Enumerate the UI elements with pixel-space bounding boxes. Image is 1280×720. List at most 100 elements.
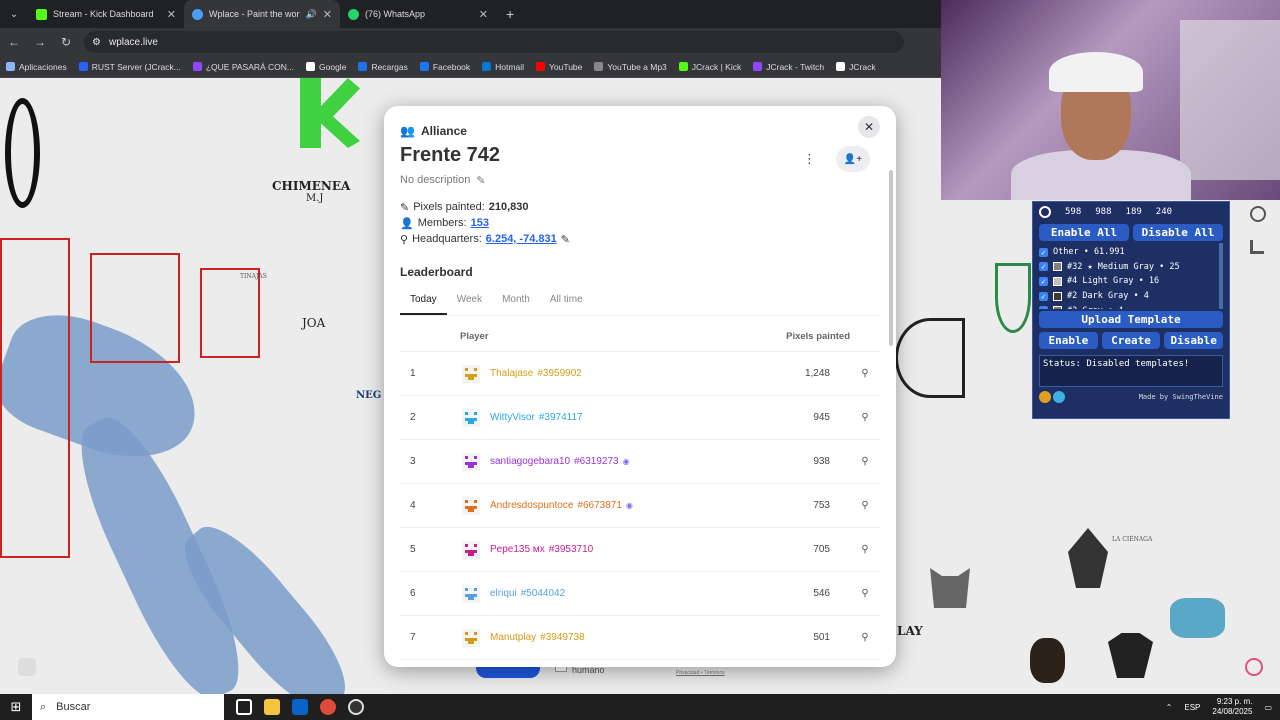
location-pin-icon[interactable]: ⚲ [850, 368, 880, 379]
hq-label: Headquarters: [412, 233, 482, 245]
more-options-icon[interactable]: ⋮ [803, 151, 816, 167]
tab-kick-dashboard[interactable]: Stream - Kick Dashboard ✕ [28, 0, 184, 28]
map-label: CHIMENEA [272, 179, 351, 193]
privacy-links[interactable]: Privacidad • Términos [676, 670, 725, 676]
template-avatar-icon[interactable] [1039, 206, 1051, 218]
leaderboard-row[interactable]: 7 Manutplay #3949738 501 ⚲ [400, 616, 880, 660]
close-icon[interactable]: ✕ [479, 8, 488, 21]
color-checkbox[interactable]: ✓ [1039, 306, 1048, 309]
map-search-icon[interactable] [1250, 206, 1266, 222]
kick-icon [36, 8, 47, 20]
color-checkbox[interactable]: ✓ [1039, 247, 1048, 257]
bookmark-item[interactable]: JCrack | Kick [678, 62, 741, 72]
leaderboard-row[interactable]: 3 santiagogebara10 #6319273 ◉ 938 ⚲ [400, 440, 880, 484]
forward-icon[interactable]: → [32, 35, 48, 49]
reload-icon[interactable]: ↻ [58, 35, 74, 49]
tab-wplace[interactable]: Wplace - Paint the world 🔊 ✕ [184, 0, 340, 28]
chrome-icon[interactable] [320, 699, 336, 715]
taskbar-clock[interactable]: 9:23 p. m. 24/08/2025 [1212, 697, 1252, 717]
hq-link[interactable]: 6.254, -74.831 [486, 233, 557, 245]
bookmark-item[interactable]: YouTube [535, 62, 582, 72]
player-name[interactable]: Pepe135 мх #3953710 [490, 544, 790, 555]
template-color-list[interactable]: ✓ Other • 61.991 ✓ #32 ★ Medium Gray • 25 ✓ #… [1033, 243, 1223, 309]
leaderboard-row[interactable]: 4 Andresdospuntoce #6673871 ◉ 753 ⚲ [400, 484, 880, 528]
tray-expand-icon[interactable]: ⌃ [1166, 703, 1173, 712]
tab-search-chevron-icon[interactable]: ⌄ [0, 0, 28, 28]
modal-scrollbar[interactable] [889, 170, 893, 346]
close-icon[interactable]: ✕ [323, 8, 332, 21]
taskbar-search-input[interactable]: ⌕ Buscar [32, 694, 224, 720]
player-name[interactable]: WittyVisor #3974117 [490, 412, 790, 423]
bookmark-item[interactable]: ¿QUE PASARÁ CON... [192, 62, 294, 72]
outlook-icon[interactable] [292, 699, 308, 715]
template-color-row[interactable]: ✓ Other • 61.991 [1039, 245, 1213, 260]
bookmark-item[interactable]: Hotmail [482, 62, 524, 72]
pixel-avatar-icon [462, 496, 480, 515]
location-pin-icon[interactable]: ⚲ [850, 456, 880, 467]
color-checkbox[interactable]: ✓ [1039, 291, 1048, 301]
disable-all-button[interactable]: Disable All [1133, 224, 1223, 241]
bookmark-item[interactable]: RUST Server (JCrack... [78, 62, 181, 72]
color-checkbox[interactable]: ✓ [1039, 276, 1048, 286]
stat-value: 240 [1155, 207, 1173, 217]
template-settings-icon[interactable] [1039, 391, 1051, 403]
file-explorer-icon[interactable] [264, 699, 280, 715]
edit-icon[interactable]: ✎ [561, 233, 570, 246]
disable-button[interactable]: Disable [1164, 332, 1224, 349]
new-tab-button[interactable]: + [496, 6, 524, 22]
location-pin-icon[interactable]: ⚲ [850, 544, 880, 555]
map-pixel-sprite [1170, 598, 1225, 638]
leaderboard-row[interactable]: 1 Thalajase #3959902 1,248 ⚲ [400, 352, 880, 396]
location-pin-icon[interactable]: ⚲ [850, 632, 880, 643]
tab-week[interactable]: Week [447, 289, 492, 315]
template-color-row[interactable]: ✓ #32 ★ Medium Gray • 25 [1039, 260, 1213, 275]
tab-month[interactable]: Month [492, 289, 540, 315]
speaker-icon[interactable]: 🔊 [306, 9, 317, 20]
task-view-icon[interactable] [236, 699, 252, 715]
leaderboard-row[interactable]: 5 Pepe135 мх #3953710 705 ⚲ [400, 528, 880, 572]
back-icon[interactable]: ← [6, 35, 22, 49]
template-color-row[interactable]: ✓ #4 Light Gray • 16 [1039, 274, 1213, 289]
player-name[interactable]: Manutplay #3949738 [490, 632, 790, 643]
location-pin-icon[interactable]: ⚲ [850, 588, 880, 599]
template-color-row[interactable]: ✓ #2 Dark Gray • 4 [1039, 289, 1213, 304]
upload-template-button[interactable]: Upload Template [1039, 311, 1223, 328]
map-locate-icon[interactable] [1245, 658, 1263, 676]
enable-all-button[interactable]: Enable All [1039, 224, 1129, 241]
map-layers-icon[interactable] [18, 658, 36, 676]
bookmark-item[interactable]: Google [306, 62, 346, 72]
player-name[interactable]: santiagogebara10 #6319273 ◉ [490, 456, 790, 467]
invite-member-button[interactable]: 👤+ [836, 146, 870, 172]
location-pin-icon[interactable]: ⚲ [850, 500, 880, 511]
tab-whatsapp[interactable]: (76) WhatsApp ✕ [340, 0, 496, 28]
bookmark-item[interactable]: Facebook [419, 62, 470, 72]
bookmark-item[interactable]: Recargas [358, 62, 408, 72]
color-checkbox[interactable]: ✓ [1039, 262, 1048, 272]
language-indicator[interactable]: ESP [1184, 703, 1200, 712]
bookmark-item[interactable]: JCrack - Twitch [753, 62, 824, 72]
site-info-icon[interactable]: ⚙ [92, 37, 101, 48]
obs-icon[interactable] [348, 699, 364, 715]
tab-all-time[interactable]: All time [540, 289, 593, 315]
bookmark-item[interactable]: Aplicaciones [6, 62, 67, 72]
enable-button[interactable]: Enable [1039, 332, 1098, 349]
members-link[interactable]: 153 [471, 217, 489, 229]
notification-icon[interactable]: ▭ [1264, 703, 1272, 712]
player-name[interactable]: elriqui #5044042 [490, 588, 790, 599]
bookmark-item[interactable]: YouTube a Mp3 [594, 62, 667, 72]
template-info-icon[interactable] [1053, 391, 1065, 403]
create-button[interactable]: Create [1101, 332, 1161, 349]
bookmark-item[interactable]: JCrack [836, 62, 876, 72]
tab-today[interactable]: Today [400, 289, 447, 315]
map-chart-icon[interactable] [1250, 240, 1264, 254]
close-modal-button[interactable]: ✕ [858, 116, 880, 138]
leaderboard-row[interactable]: 2 WittyVisor #3974117 945 ⚲ [400, 396, 880, 440]
edit-icon[interactable]: ✎ [476, 174, 485, 187]
url-input[interactable]: ⚙ wplace.live [84, 31, 904, 53]
player-name[interactable]: Andresdospuntoce #6673871 ◉ [490, 500, 790, 511]
location-pin-icon[interactable]: ⚲ [850, 412, 880, 423]
windows-start-icon[interactable]: ⊞ [0, 699, 32, 715]
player-name[interactable]: Thalajase #3959902 [490, 368, 790, 379]
leaderboard-row[interactable]: 6 elriqui #5044042 546 ⚲ [400, 572, 880, 616]
close-icon[interactable]: ✕ [167, 8, 176, 21]
